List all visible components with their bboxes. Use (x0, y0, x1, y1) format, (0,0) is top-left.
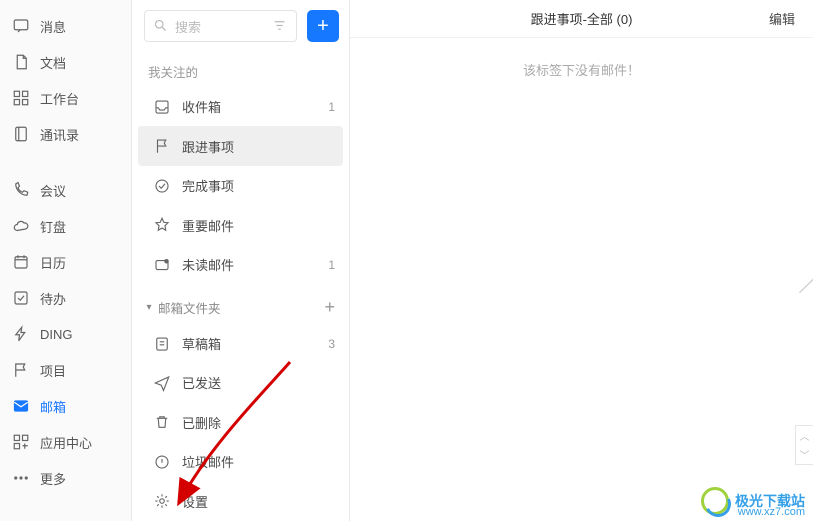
add-folder-button[interactable]: + (324, 297, 335, 318)
folder-label: 重要邮件 (182, 216, 335, 235)
left-nav: 消息 文档 工作台 通讯录 会议 (0, 0, 132, 521)
chat-icon (12, 17, 30, 35)
nav-ding[interactable]: DING (0, 316, 131, 352)
flag-icon (152, 136, 172, 156)
watermark-logo-icon (701, 487, 729, 515)
nav-label: DING (40, 327, 73, 342)
chevron-down-icon[interactable]: ▾ (142, 302, 156, 313)
folder-label: 草稿箱 (182, 334, 328, 353)
folder-label: 已删除 (182, 413, 335, 432)
nav-docs[interactable]: 文档 (0, 44, 131, 80)
decorative-stroke: ∕ (803, 270, 813, 302)
folder-label: 已发送 (182, 373, 335, 392)
star-icon (152, 215, 172, 235)
nav-projects[interactable]: 项目 (0, 352, 131, 388)
watermark: 极光下载站 www.xz7.com (701, 487, 805, 515)
content-header: 跟进事项-全部 (0) 编辑 (350, 0, 813, 38)
nav-label: 通讯录 (40, 125, 79, 144)
calendar-icon (12, 253, 30, 271)
chevron-down-icon: ﹀ (800, 447, 810, 462)
chevron-up-icon: ︿ (800, 428, 810, 443)
section-folders-title: 邮箱文件夹 (158, 298, 324, 317)
nav-appcenter[interactable]: 应用中心 (0, 424, 131, 460)
grid-icon (12, 89, 30, 107)
nav-label: 邮箱 (40, 397, 66, 416)
folder-count: 1 (328, 258, 335, 272)
folder-inbox[interactable]: 收件箱 1 (132, 87, 349, 126)
bolt-icon (12, 325, 30, 343)
folder-label: 跟进事项 (182, 137, 329, 156)
empty-message: 该标签下没有邮件！ (350, 38, 813, 79)
folder-label: 设置 (182, 492, 335, 511)
nav-messages[interactable]: 消息 (0, 8, 131, 44)
nav-label: 项目 (40, 361, 66, 380)
search-input[interactable]: 搜索 (144, 10, 297, 42)
more-icon (12, 469, 30, 487)
nav-calendar[interactable]: 日历 (0, 244, 131, 280)
apps-icon (12, 433, 30, 451)
mail-content: 跟进事项-全部 (0) 编辑 该标签下没有邮件！ ︿ ﹀ ∕ (350, 0, 813, 521)
unread-icon (152, 255, 172, 275)
gear-icon (152, 491, 172, 511)
watermark-url: www.xz7.com (738, 506, 805, 518)
folder-unread[interactable]: 未读邮件 1 (132, 245, 349, 284)
nav-label: 会议 (40, 181, 66, 200)
folder-deleted[interactable]: 已删除 (132, 403, 349, 442)
scroll-control[interactable]: ︿ ﹀ (795, 425, 813, 465)
inbox-icon (152, 97, 172, 117)
done-icon (152, 176, 172, 196)
nav-contacts[interactable]: 通讯录 (0, 116, 131, 152)
nav-meeting[interactable]: 会议 (0, 172, 131, 208)
mail-icon (12, 397, 30, 415)
folder-completed[interactable]: 完成事项 (132, 166, 349, 205)
nav-mail[interactable]: 邮箱 (0, 388, 131, 424)
compose-button[interactable]: + (307, 10, 339, 42)
folder-drafts[interactable]: 草稿箱 3 (132, 324, 349, 363)
folder-important[interactable]: 重要邮件 (132, 205, 349, 244)
folder-count: 1 (328, 100, 335, 114)
nav-label: 更多 (40, 469, 66, 488)
book-icon (12, 125, 30, 143)
nav-label: 文档 (40, 53, 66, 72)
draft-icon (152, 334, 172, 354)
doc-icon (12, 53, 30, 71)
nav-todo[interactable]: 待办 (0, 280, 131, 316)
folder-label: 收件箱 (182, 97, 328, 116)
nav-label: 日历 (40, 253, 66, 272)
nav-label: 工作台 (40, 89, 79, 108)
flag-icon (12, 361, 30, 379)
content-title: 跟进事项-全部 (0) (531, 9, 633, 28)
edit-button[interactable]: 编辑 (769, 9, 795, 28)
nav-drive[interactable]: 钉盘 (0, 208, 131, 244)
nav-label: 应用中心 (40, 433, 92, 452)
folder-count: 3 (328, 337, 335, 351)
nav-workbench[interactable]: 工作台 (0, 80, 131, 116)
phone-icon (12, 181, 30, 199)
filter-icon[interactable] (272, 18, 288, 34)
folder-spam[interactable]: 垃圾邮件 (132, 442, 349, 481)
folder-label: 未读邮件 (182, 255, 328, 274)
folder-followup[interactable]: 跟进事项 (138, 126, 343, 165)
section-followed-title: 我关注的 (132, 56, 349, 87)
settings-item[interactable]: 设置 (132, 482, 349, 521)
search-icon (153, 18, 169, 34)
folder-label: 完成事项 (182, 176, 335, 195)
spam-icon (152, 452, 172, 472)
cloud-icon (12, 217, 30, 235)
mail-sidebar: 搜索 + 我关注的 收件箱 1 跟进事项 (132, 0, 350, 521)
plus-icon: + (317, 16, 329, 36)
folder-label: 垃圾邮件 (182, 452, 335, 471)
trash-icon (152, 412, 172, 432)
check-icon (12, 289, 30, 307)
folder-sent[interactable]: 已发送 (132, 363, 349, 402)
sent-icon (152, 373, 172, 393)
search-placeholder: 搜索 (175, 17, 272, 36)
nav-label: 钉盘 (40, 217, 66, 236)
nav-more[interactable]: 更多 (0, 460, 131, 496)
nav-label: 消息 (40, 17, 66, 36)
nav-label: 待办 (40, 289, 66, 308)
